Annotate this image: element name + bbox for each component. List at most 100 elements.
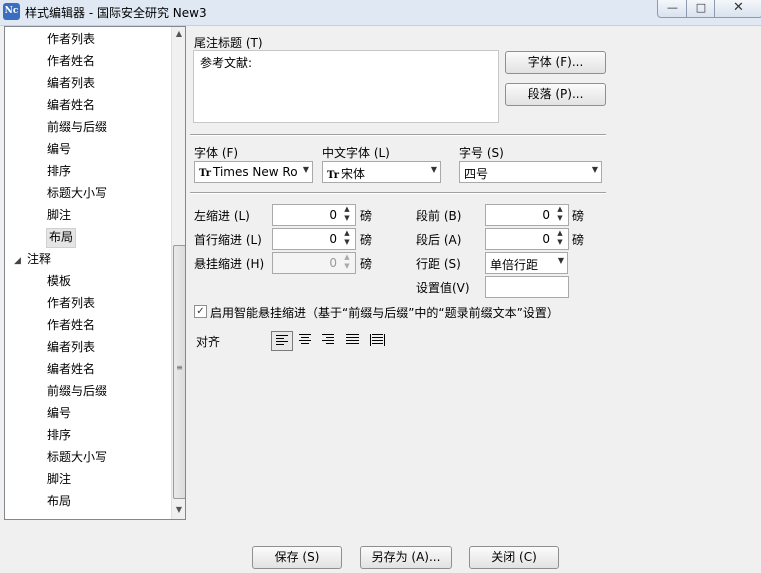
tree-scrollbar[interactable]: ▲ ≡ ▼	[171, 27, 185, 519]
align-left-icon	[276, 335, 288, 347]
first-indent-stepper[interactable]: 0 ▲ ▼	[272, 228, 356, 250]
tree-item[interactable]: 编号	[47, 404, 71, 422]
tree-item[interactable]: 前缀与后缀	[47, 118, 107, 136]
tree-item[interactable]: 标题大小写	[47, 448, 107, 466]
truetype-icon: Tr	[327, 170, 339, 181]
space-after-value: 0	[542, 232, 550, 246]
tree-item[interactable]: 作者列表	[47, 294, 95, 312]
tree-item[interactable]: 作者列表	[47, 30, 95, 48]
align-right-icon	[322, 334, 334, 346]
left-indent-stepper[interactable]: 0 ▲ ▼	[272, 204, 356, 226]
tree-item[interactable]: 前缀与后缀	[47, 382, 107, 400]
save-button[interactable]: 保存 (S)	[252, 546, 342, 569]
footnote-title-input[interactable]: 参考文献:	[193, 50, 499, 123]
space-before-label: 段前 (B)	[416, 209, 462, 223]
align-label: 对齐	[196, 335, 221, 349]
grip-icon: ≡	[176, 363, 183, 372]
first-indent-label: 首行缩进 (L)	[194, 233, 262, 247]
tree-item[interactable]: 编号	[47, 140, 71, 158]
tree-item[interactable]: 编者列表	[47, 338, 95, 356]
tree-item[interactable]: 编者列表	[47, 74, 95, 92]
stepper-arrows-icon[interactable]: ▲ ▼	[554, 229, 566, 247]
align-distributed-icon	[370, 334, 385, 346]
align-center-icon	[299, 334, 311, 346]
tree-item[interactable]: 编者姓名	[47, 360, 95, 378]
unit-label: 磅	[360, 209, 373, 223]
unit-label: 磅	[572, 209, 585, 223]
tree-item[interactable]: 排序	[47, 162, 71, 180]
divider	[190, 192, 606, 194]
tree-item[interactable]: 布局	[47, 492, 71, 510]
font-value: Times New Ro	[212, 165, 298, 179]
chevron-down-icon: ▼	[430, 165, 437, 174]
cn-font-label: 中文字体 (L)	[322, 146, 390, 160]
line-spacing-value: 单倍行距	[490, 258, 539, 272]
setting-value-label: 设置值(V)	[416, 281, 470, 295]
tree-item[interactable]: 排序	[47, 426, 71, 444]
font-button[interactable]: 字体 (F)...	[505, 51, 606, 74]
tree-item[interactable]: 标题大小写	[47, 184, 107, 202]
tree-item[interactable]: 布局	[46, 228, 77, 248]
left-indent-value: 0	[329, 208, 337, 222]
hanging-indent-stepper: 0 ▲ ▼	[272, 252, 356, 274]
tree-item[interactable]: 脚注	[47, 206, 71, 224]
align-center-button[interactable]	[295, 331, 315, 349]
checkmark-icon: ✓	[196, 306, 205, 317]
scroll-up-icon[interactable]: ▲	[172, 29, 185, 38]
divider	[190, 134, 606, 136]
size-select[interactable]: 四号 ▼	[459, 161, 602, 183]
space-before-value: 0	[542, 208, 550, 222]
tree-item[interactable]: 作者姓名	[47, 52, 95, 70]
unit-label: 磅	[572, 233, 585, 247]
hanging-indent-value: 0	[329, 256, 337, 270]
unit-label: 磅	[360, 257, 373, 271]
stepper-arrows-icon[interactable]: ▲ ▼	[341, 229, 353, 247]
tree-item[interactable]: 作者姓名	[47, 316, 95, 334]
smart-hang-label: 启用智能悬挂缩进（基于“前缀与后缀”中的“题录前缀文本”设置）	[210, 306, 559, 320]
footnote-title-label: 尾注标题 (T)	[194, 36, 263, 50]
save-as-button[interactable]: 另存为 (A)...	[360, 546, 452, 569]
footnote-title-value: 参考文献:	[200, 56, 253, 70]
line-spacing-select[interactable]: 单倍行距 ▼	[485, 252, 568, 274]
chevron-down-icon: ▼	[557, 256, 564, 265]
unit-label: 磅	[360, 233, 373, 247]
minimize-button[interactable]: —	[657, 0, 688, 18]
close-button[interactable]: 关闭 (C)	[469, 546, 559, 569]
chevron-down-icon: ▼	[302, 165, 309, 174]
align-justify-button[interactable]	[342, 331, 362, 349]
stepper-arrows-icon[interactable]: ▲ ▼	[554, 205, 566, 223]
chevron-down-icon: ▼	[591, 165, 598, 174]
align-justify-icon	[346, 334, 359, 346]
font-label: 字体 (F)	[194, 146, 239, 160]
stepper-arrows-icon[interactable]: ▲ ▼	[341, 205, 353, 223]
smart-hang-checkbox[interactable]: ✓	[194, 305, 207, 318]
cn-font-select[interactable]: Tr 宋体 ▼	[322, 161, 441, 183]
first-indent-value: 0	[329, 232, 337, 246]
size-label: 字号 (S)	[459, 146, 504, 160]
space-after-stepper[interactable]: 0 ▲ ▼	[485, 228, 569, 250]
style-tree[interactable]: ◢ 注释 ▲ ≡ ▼ 作者列表 作者姓名 编者列表 编者姓名 前缀与后缀 编号 排序 标题大小…	[4, 26, 186, 520]
tree-parent-notes[interactable]: 注释	[27, 250, 51, 268]
tree-item[interactable]: 模板	[47, 272, 71, 290]
tree-item[interactable]: 脚注	[47, 470, 71, 488]
left-indent-label: 左缩进 (L)	[194, 209, 250, 223]
align-left-button[interactable]	[271, 331, 293, 351]
truetype-icon: Tr	[199, 168, 211, 179]
maximize-button[interactable]: □	[686, 0, 716, 18]
setting-value-input[interactable]	[485, 276, 569, 298]
tree-item[interactable]: 编者姓名	[47, 96, 95, 114]
space-before-stepper[interactable]: 0 ▲ ▼	[485, 204, 569, 226]
font-select[interactable]: Tr Times New Ro ▼	[194, 161, 313, 183]
close-window-button[interactable]: ✕	[714, 0, 761, 18]
scroll-thumb[interactable]: ≡	[173, 245, 185, 499]
paragraph-button[interactable]: 段落 (P)...	[505, 83, 606, 106]
hanging-indent-label: 悬挂缩进 (H)	[194, 257, 265, 271]
align-distributed-button[interactable]	[366, 331, 386, 349]
space-after-label: 段后 (A)	[416, 233, 462, 247]
expand-caret-icon[interactable]: ◢	[14, 256, 21, 266]
scroll-down-icon[interactable]: ▼	[172, 505, 185, 514]
align-right-button[interactable]	[318, 331, 338, 349]
line-spacing-label: 行距 (S)	[416, 257, 461, 271]
stepper-arrows-icon: ▲ ▼	[344, 253, 350, 270]
app-icon: Nc	[3, 3, 20, 20]
